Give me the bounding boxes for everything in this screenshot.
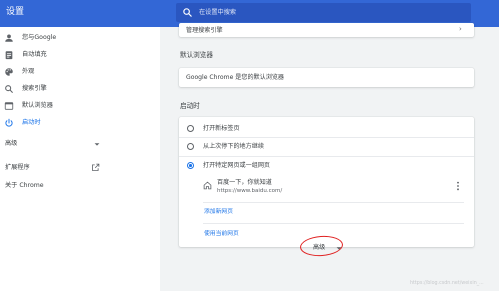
radio-specific-pages[interactable]	[187, 162, 194, 169]
sidebar-item-label: 默认浏览器	[22, 102, 53, 109]
sidebar-item-appearance[interactable]: 外观	[0, 64, 155, 81]
startup-option-specific-pages[interactable]: 打开特定网页或一组网页	[179, 157, 474, 175]
default-browser-card: Google Chrome 是您的默认浏览器	[179, 68, 474, 87]
search-box[interactable]	[176, 3, 471, 22]
startup-option-label: 打开特定网页或一组网页	[203, 162, 271, 169]
default-browser-status: Google Chrome 是您的默认浏览器	[186, 74, 285, 81]
startup-option-label: 从上次停下的地方继续	[203, 143, 264, 150]
divider	[203, 223, 464, 224]
sidebar-item-extensions[interactable]: 扩展程序	[5, 163, 105, 173]
settings-main: 管理搜索引擎 › 默认浏览器 Google Chrome 是您的默认浏览器 启动…	[160, 23, 499, 291]
autofill-clipboard-icon	[5, 51, 13, 60]
triangle-down-icon	[94, 143, 100, 146]
sidebar-item-autofill[interactable]: 自动填充	[0, 47, 155, 64]
sidebar-item-on-startup[interactable]: 启动时	[0, 115, 155, 132]
sidebar-item-search-engine[interactable]: 搜索引擎	[0, 81, 155, 98]
divider	[203, 202, 464, 203]
page-entry-url: https://www.baidu.com/	[217, 188, 283, 194]
sidebar-advanced-label: 高级	[5, 140, 18, 147]
on-startup-card: 打开新标签页 从上次停下的地方继续 打开特定网页或一组网页 百度一下，你就知道 …	[179, 117, 474, 247]
sidebar-advanced-toggle[interactable]: 高级	[5, 139, 105, 149]
startup-option-continue[interactable]: 从上次停下的地方继续	[179, 138, 474, 156]
watermark: https://blog.csdn.net/weixin_...	[410, 281, 484, 286]
on-startup-title: 启动时	[180, 102, 200, 110]
page-title: 设置	[6, 7, 25, 17]
manage-search-engines-row[interactable]: 管理搜索引擎 ›	[179, 23, 474, 37]
search-icon	[5, 85, 13, 93]
radio-continue[interactable]	[187, 143, 194, 150]
startup-option-label: 打开新标签页	[203, 125, 240, 132]
sidebar-item-label: 外观	[22, 68, 35, 75]
use-current-pages-link[interactable]: 使用当前网页	[204, 230, 239, 239]
page-entry-title: 百度一下，你就知道	[217, 179, 272, 186]
open-in-new-icon	[92, 163, 100, 171]
sidebar-item-label: 搜索引擎	[22, 85, 47, 92]
chevron-right-icon: ›	[459, 25, 462, 33]
manage-search-engines-label: 管理搜索引擎	[186, 27, 223, 34]
more-vert-icon[interactable]	[456, 181, 460, 191]
palette-icon	[5, 68, 13, 76]
add-new-page-link[interactable]: 添加新网页	[204, 208, 233, 217]
person-icon	[5, 34, 13, 42]
sidebar-item-you-and-google[interactable]: 您与Google	[0, 30, 155, 47]
sidebar-item-label: 自动填充	[22, 51, 47, 58]
search-input[interactable]	[199, 5, 459, 20]
sidebar-item-about-chrome[interactable]: 关于 Chrome	[5, 181, 44, 191]
radio-new-tab[interactable]	[187, 125, 194, 132]
browser-window-icon	[4, 102, 14, 110]
settings-sidebar: 您与Google 自动填充 外观 搜索引擎 默认浏览器 启动时 高级 扩展程序 …	[0, 27, 160, 291]
default-browser-title: 默认浏览器	[180, 51, 213, 59]
sidebar-item-default-browser[interactable]: 默认浏览器	[0, 98, 155, 115]
startup-option-new-tab[interactable]: 打开新标签页	[179, 119, 474, 137]
sidebar-item-label: 您与Google	[22, 34, 57, 41]
power-icon	[5, 118, 13, 127]
startup-page-entry: 百度一下，你就知道 https://www.baidu.com/	[203, 177, 474, 201]
sidebar-item-label: 启动时	[22, 119, 41, 126]
search-icon	[183, 8, 192, 17]
sidebar-item-label: 关于 Chrome	[5, 182, 44, 189]
sidebar-item-label: 扩展程序	[5, 164, 30, 171]
home-icon	[203, 181, 212, 190]
